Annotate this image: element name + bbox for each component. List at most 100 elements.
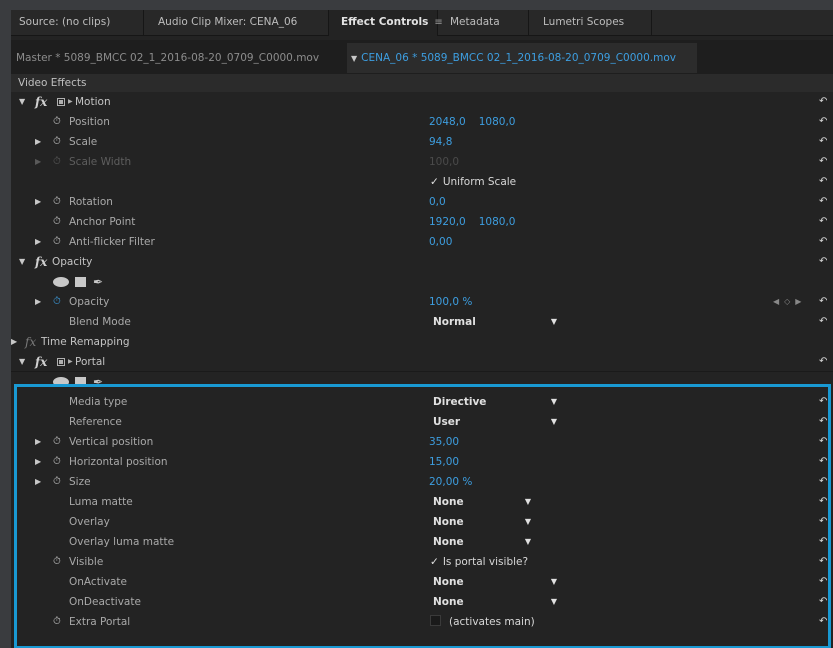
param-row-size: ▶ ⏱ Size 20,00 % ↶ [11,472,833,492]
reset-icon[interactable]: ↶ [819,552,827,572]
stopwatch-icon[interactable]: ⏱ [53,472,61,492]
collapse-triangle-icon[interactable]: ▶ [35,132,41,152]
position-value[interactable]: 2048,0 1080,0 [429,112,516,132]
effect-row-motion[interactable]: ▼ fx ▶ Motion ↶ [11,92,833,112]
reset-icon[interactable]: ↶ [819,132,827,152]
collapse-triangle-icon[interactable]: ▶ [35,232,41,252]
collapse-triangle-icon[interactable]: ▶ [35,192,41,212]
master-clip-label[interactable]: Master * 5089_BMCC 02_1_2016-08-20_0709_… [16,52,319,64]
collapse-triangle-icon[interactable]: ▶ [11,332,17,352]
stopwatch-icon[interactable]: ⏱ [53,212,61,232]
stopwatch-icon[interactable]: ⏱ [53,112,61,132]
effect-name: Portal [75,356,106,368]
media-type-dropdown[interactable]: Directive ▼ [427,394,563,410]
chevron-down-icon: ▼ [524,517,531,526]
tab-effect-controls[interactable]: Effect Controls ≡ [329,10,443,36]
on-activate-dropdown[interactable]: None ▼ [427,574,563,590]
reset-icon[interactable]: ↶ [819,292,827,312]
tab-lumetri-scopes[interactable]: Lumetri Scopes [529,10,652,35]
reset-icon[interactable]: ↶ [819,412,827,432]
effect-row-opacity[interactable]: ▼ fx Opacity ↶ [11,252,833,272]
effect-rows: ▼ fx ▶ Motion ↶ ⏱ Position 2048,0 1080,0 … [11,92,833,632]
stopwatch-icon[interactable]: ⏱ [53,612,61,632]
blend-mode-dropdown[interactable]: Normal ▼ [427,314,563,330]
overlay-luma-matte-dropdown[interactable]: None ▼ [427,534,537,550]
reset-icon[interactable]: ↶ [819,152,827,172]
tab-source[interactable]: Source: (no clips) [11,10,144,35]
collapse-triangle-icon[interactable]: ▶ [35,452,41,472]
sequence-clip-selector[interactable]: ▼ CENA_06 * 5089_BMCC 02_1_2016-08-20_070… [351,52,676,64]
param-row-scale-width: ▶ ⏱ Scale Width 100,0 ↶ [11,152,833,172]
reset-icon[interactable]: ↶ [819,452,827,472]
ellipse-mask-icon[interactable] [53,277,69,287]
pen-mask-icon[interactable]: ✒ [93,272,103,292]
tab-metadata[interactable]: Metadata [438,10,529,35]
reset-icon[interactable]: ↶ [819,92,827,112]
stopwatch-icon[interactable]: ⏱ [53,132,61,152]
anti-flicker-value[interactable]: 0,00 [429,232,452,252]
expand-triangle-icon[interactable]: ▼ [19,352,25,372]
anchor-point-value[interactable]: 1920,0 1080,0 [429,212,516,232]
chevron-down-icon: ▼ [351,54,358,63]
tab-audio-clip-mixer[interactable]: Audio Clip Mixer: CENA_06 [144,10,329,35]
collapse-triangle-icon[interactable]: ▶ [35,432,41,452]
stopwatch-icon[interactable]: ⏱ [53,192,61,212]
scale-value[interactable]: 94,8 [429,132,452,152]
stopwatch-icon[interactable]: ⏱ [53,232,61,252]
fx-toggle-icon[interactable]: fx [35,352,47,372]
extra-portal-checkbox[interactable]: (activates main) [430,612,535,632]
stopwatch-icon[interactable]: ⏱ [53,452,61,472]
effect-row-portal[interactable]: ▼ fx ▶ Portal ↶ [11,352,833,372]
pen-mask-icon[interactable]: ✒ [93,372,103,392]
reset-icon[interactable]: ↶ [819,532,827,552]
reset-icon[interactable]: ↶ [819,252,827,272]
stopwatch-icon[interactable]: ⏱ [53,552,61,572]
opacity-value[interactable]: 100,0 % [429,292,472,312]
chevron-down-icon: ▼ [524,497,531,506]
chevron-down-icon: ▼ [550,417,557,426]
ellipse-mask-icon[interactable] [53,377,69,387]
vertical-position-value[interactable]: 35,00 [429,432,459,452]
reset-icon[interactable]: ↶ [819,232,827,252]
reset-icon[interactable]: ↶ [819,192,827,212]
reset-icon[interactable]: ↶ [819,352,827,372]
reset-icon[interactable]: ↶ [819,212,827,232]
reset-icon[interactable]: ↶ [819,592,827,612]
reset-icon[interactable]: ↶ [819,392,827,412]
fx-toggle-icon[interactable]: fx [35,92,47,112]
on-deactivate-dropdown[interactable]: None ▼ [427,594,563,610]
luma-matte-dropdown[interactable]: None ▼ [427,494,537,510]
reset-icon[interactable]: ↶ [819,112,827,132]
portal-visible-checkbox[interactable]: ✓ Is portal visible? [430,552,528,572]
reset-icon[interactable]: ↶ [819,172,827,192]
keyframe-navigator-icon[interactable]: ◀◇▶ [773,292,806,312]
rectangle-mask-icon[interactable] [75,377,86,387]
fx-toggle-icon[interactable]: fx [35,252,47,272]
param-row-rotation: ▶ ⏱ Rotation 0,0 ↶ [11,192,833,212]
expand-triangle-icon[interactable]: ▼ [19,92,25,112]
rectangle-mask-icon[interactable] [75,277,86,287]
reset-icon[interactable]: ↶ [819,512,827,532]
reset-icon[interactable]: ↶ [819,432,827,452]
collapse-triangle-icon[interactable]: ▶ [35,472,41,492]
stopwatch-icon[interactable]: ⏱ [53,432,61,452]
param-row-extra-portal: ⏱ Extra Portal (activates main) ↶ [11,612,833,632]
reset-icon[interactable]: ↶ [819,492,827,512]
rotation-value[interactable]: 0,0 [429,192,446,212]
stopwatch-icon[interactable]: ⏱ [53,292,61,312]
collapse-triangle-icon[interactable]: ▶ [35,292,41,312]
effect-row-time-remapping[interactable]: ▶ fx Time Remapping [11,332,833,352]
overlay-dropdown[interactable]: None ▼ [427,514,537,530]
reference-dropdown[interactable]: User ▼ [427,414,563,430]
size-value[interactable]: 20,00 % [429,472,472,492]
horizontal-position-value[interactable]: 15,00 [429,452,459,472]
reset-icon[interactable]: ↶ [819,312,827,332]
reset-icon[interactable]: ↶ [819,612,827,632]
uniform-scale-checkbox[interactable]: ✓ Uniform Scale [430,172,516,192]
clip-selector-bar: Master * 5089_BMCC 02_1_2016-08-20_0709_… [11,40,833,74]
param-row-media-type: Media type Directive ▼ ↶ [11,392,833,412]
reset-icon[interactable]: ↶ [819,572,827,592]
param-row-position: ⏱ Position 2048,0 1080,0 ↶ [11,112,833,132]
reset-icon[interactable]: ↶ [819,472,827,492]
expand-triangle-icon[interactable]: ▼ [19,252,25,272]
